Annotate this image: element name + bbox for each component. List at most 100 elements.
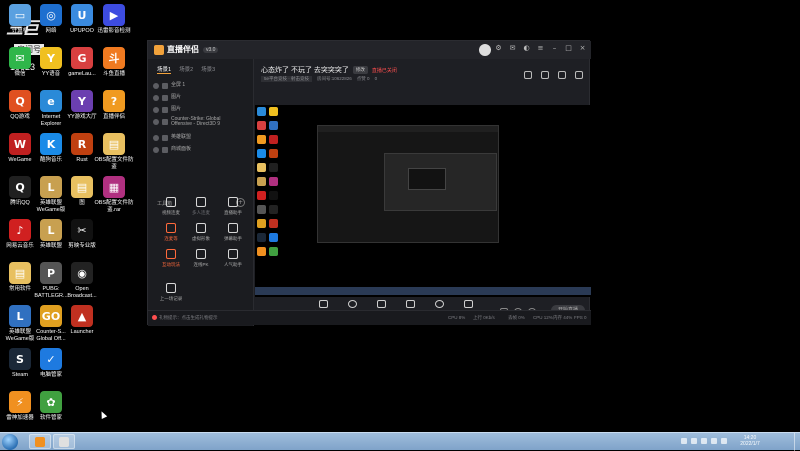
input-method-icon[interactable] <box>721 438 727 444</box>
record-icon[interactable] <box>558 71 566 79</box>
app-icon: U <box>71 4 93 26</box>
desktop-icon[interactable]: ? 直播伴侣 <box>97 90 131 121</box>
desktop-icon[interactable]: ✓ 电脑管家 <box>34 348 68 379</box>
eye-icon[interactable] <box>153 95 159 101</box>
live-title[interactable]: 心态炸了 不玩了 去突突突了 <box>261 65 349 75</box>
message-icon[interactable]: ✉ <box>508 44 517 53</box>
app-icon: P <box>40 262 62 284</box>
app-icon: ✓ <box>40 348 62 370</box>
tool-button[interactable]: 直播助手 <box>218 197 248 216</box>
desktop-icon[interactable]: ▤ OBS配置文件防盗 <box>94 133 134 170</box>
system-clock[interactable]: 14:20 2022/1/7 <box>735 435 765 447</box>
taskbar-app-2[interactable] <box>53 434 75 449</box>
desktop-icon[interactable]: e Internet Explorer <box>34 90 68 127</box>
tab-scene-1[interactable]: 场景1 <box>157 65 172 74</box>
app-icon: R <box>71 133 93 155</box>
lock-icon[interactable] <box>162 135 168 141</box>
avatar[interactable] <box>479 44 491 56</box>
scene-source-item[interactable]: Counter-Strike: Global Offensive - Direc… <box>153 116 249 127</box>
eye-icon[interactable] <box>153 83 159 89</box>
tool-label: 连麦等 <box>164 236 178 241</box>
tab-scene-2[interactable]: 场景2 <box>179 65 193 74</box>
tool-button[interactable]: 上一场记录 <box>156 283 186 302</box>
menu-icon[interactable]: ≡ <box>536 44 545 53</box>
preview-icon <box>269 191 278 200</box>
volume-icon[interactable] <box>711 438 717 444</box>
start-button[interactable] <box>2 434 18 450</box>
eye-icon[interactable] <box>153 119 159 125</box>
eye-icon[interactable] <box>153 147 159 153</box>
desktop-icon[interactable]: GO Counter-S... Global Off... <box>34 305 68 342</box>
desktop-icon[interactable]: ◉ Open Broadcast... <box>65 262 99 299</box>
tab-scene-3[interactable]: 场景3 <box>201 65 215 74</box>
share-icon[interactable] <box>575 71 583 79</box>
camera-icon <box>347 300 357 308</box>
skin-icon[interactable]: ◐ <box>522 44 531 53</box>
lock-icon[interactable] <box>162 107 168 113</box>
window-titlebar[interactable]: 直播伴侣 v3.0 ⚙ ✉ ◐ ≡ – □ × <box>148 41 591 59</box>
desktop-icon[interactable]: ▲ Launcher <box>65 305 99 336</box>
phone-icon <box>376 300 386 308</box>
tool-label: 上一场记录 <box>159 296 183 301</box>
desktop-icon[interactable]: 斗斗鱼直播 <box>97 47 131 78</box>
tool-button[interactable]: 虚拟形象 <box>186 223 216 242</box>
tool-button[interactable]: 互动玩法 <box>156 249 186 268</box>
app-icon: ▶ <box>103 4 125 26</box>
lock-icon[interactable] <box>162 147 168 153</box>
app-icon: ▦ <box>103 176 125 198</box>
tool-button[interactable]: 视频连麦 <box>156 197 186 216</box>
app-icon: Q <box>9 176 31 198</box>
scene-source-item[interactable]: 英雄联盟 <box>153 133 249 143</box>
scene-source-item[interactable]: 图片 <box>153 105 249 115</box>
preview-nested-inner <box>408 168 446 190</box>
desktop-icon[interactable]: ✂ 剪映专业版 <box>65 219 99 250</box>
edit-title-button[interactable]: 修改 <box>352 66 368 74</box>
show-desktop-button[interactable] <box>794 433 800 451</box>
minimize-button[interactable]: – <box>550 44 559 53</box>
scene-source-item[interactable]: 全屏 1 <box>153 81 249 91</box>
app-version-badge: v3.0 <box>203 46 219 53</box>
desktop-icon[interactable]: L 英雄联盟 WeGame版 <box>34 176 68 213</box>
lock-icon[interactable] <box>162 83 168 89</box>
desktop-icon[interactable]: ▦ OBS配置文件防盗.rar <box>94 176 134 213</box>
alert-dot-icon <box>152 315 157 321</box>
tray-icon[interactable] <box>681 438 687 444</box>
close-button[interactable]: × <box>578 44 587 53</box>
tool-button[interactable]: 人气助手 <box>218 249 248 268</box>
live-assistant-window[interactable]: 直播伴侣 v3.0 ⚙ ✉ ◐ ≡ – □ × 场景1 场景2 场景3 全屏 1… <box>147 40 591 326</box>
gift-icon[interactable] <box>524 71 532 79</box>
app-icon: ▲ <box>71 305 93 327</box>
app-icon: Y <box>40 47 62 69</box>
tool-button[interactable]: 弹幕助手 <box>218 223 248 242</box>
window-controls: ⚙ ✉ ◐ ≡ – □ × <box>494 44 587 53</box>
stream-preview[interactable] <box>255 105 591 297</box>
tool-button[interactable]: 连线PK <box>186 249 216 268</box>
live-title-row: 心态炸了 不玩了 去突突突了 修改 直播已关闭 <box>261 65 397 75</box>
preview-icon <box>257 121 266 130</box>
lock-icon[interactable] <box>162 95 168 101</box>
layout-icon[interactable] <box>541 71 549 79</box>
tool-icon <box>228 249 238 259</box>
eye-icon[interactable] <box>153 107 159 113</box>
lock-icon[interactable] <box>162 119 168 125</box>
app-icon: ▤ <box>71 176 93 198</box>
settings-icon[interactable]: ⚙ <box>494 44 503 53</box>
preview-icon <box>269 177 278 186</box>
scene-source-item[interactable]: 商城面板 <box>153 145 249 155</box>
tray-icon[interactable] <box>691 438 697 444</box>
taskbar-app-1[interactable] <box>29 434 51 449</box>
gift-tip[interactable]: 礼物提示：点击生成礼物提示 <box>152 315 218 321</box>
eye-icon[interactable] <box>153 135 159 141</box>
live-status-text: 直播已关闭 <box>371 67 397 74</box>
scene-source-item[interactable]: 图片 <box>153 93 249 103</box>
live-category[interactable]: 5e平台竞技 · 射击竞技 <box>261 76 313 82</box>
app-name: 直播伴侣 <box>167 45 199 54</box>
desktop-icon[interactable]: ▶ 迅雷影音检测 <box>97 4 131 35</box>
network-icon[interactable] <box>701 438 707 444</box>
tool-button[interactable]: 连麦等 <box>156 223 186 242</box>
status-upload: 上行 0Kb/s <box>473 315 495 320</box>
desktop-icon[interactable]: ✿ 软件管家 <box>34 391 68 422</box>
maximize-button[interactable]: □ <box>564 44 573 53</box>
tool-button[interactable]: 多人连麦 <box>186 197 216 216</box>
app-icon: ? <box>103 90 125 112</box>
